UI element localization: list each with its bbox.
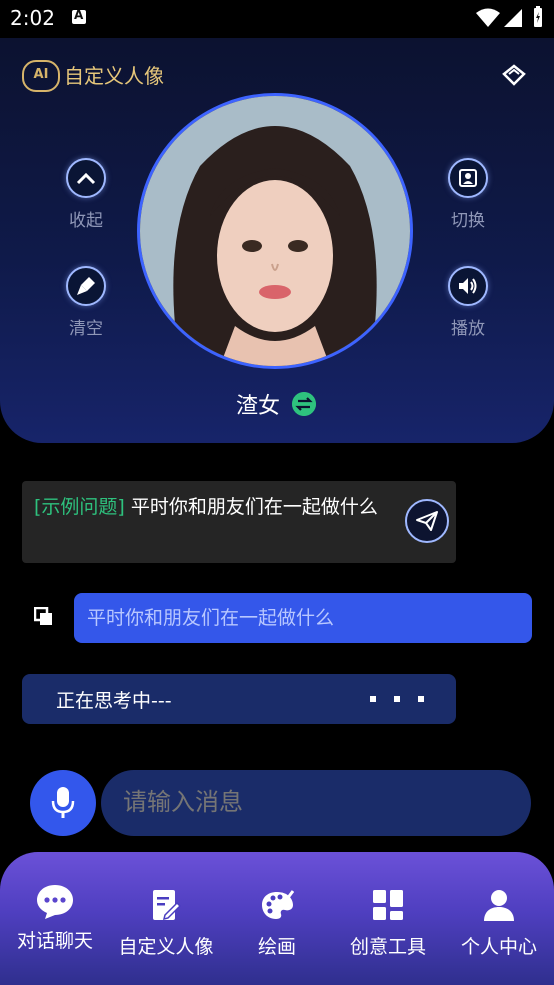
portrait-swap-icon [448,158,488,198]
play-label: 播放 [451,319,485,339]
assistant-thinking-bubble: 正在思考中--- [22,674,456,724]
character-avatar[interactable] [137,93,413,369]
play-button[interactable]: 播放 [438,266,498,339]
diamond-vip-icon[interactable] [502,64,526,86]
grid-tools-icon [371,888,405,922]
collapse-button[interactable]: 收起 [56,158,116,231]
edit-document-icon [149,888,183,922]
broom-icon [66,266,106,306]
palette-icon [260,888,294,922]
loading-dot [370,696,376,702]
collapse-label: 收起 [69,211,103,231]
loading-dot [394,696,400,702]
notification-icon [72,8,86,24]
clear-label: 清空 [69,319,103,339]
swap-character-icon[interactable] [292,392,316,416]
nav-item-custom-portrait[interactable]: 自定义人像 [111,852,221,985]
nav-label-creative-tools: 创意工具 [349,936,426,958]
paper-plane-icon [416,511,438,531]
switch-label: 切换 [451,211,485,231]
nav-label-custom-portrait: 自定义人像 [118,936,214,958]
chevron-up-icon [66,158,106,198]
wifi-icon [476,8,500,27]
message-input[interactable] [101,770,531,836]
character-name: 渣女 [235,394,280,419]
nav-label-profile: 个人中心 [460,936,537,958]
thinking-text: 正在思考中--- [56,690,172,712]
battery-icon [534,6,542,27]
microphone-icon [51,787,75,818]
example-question-text: [示例问题] 平时你和朋友们在一起做什么 [34,493,384,521]
nav-item-creative-tools[interactable]: 创意工具 [333,852,443,985]
status-bar: 2:02 [0,0,554,38]
nav-label-drawing: 绘画 [257,936,296,958]
speaker-icon [448,266,488,306]
status-time: 2:02 [10,6,55,30]
signal-icon [504,9,522,27]
bottom-navigation: 对话聊天 自定义人像 绘画 创意工具 个人中心 [0,852,554,985]
example-question: 平时你和朋友们在一起做什么 [124,496,378,518]
chat-bubble-icon [35,882,75,922]
clear-button[interactable]: 清空 [56,266,116,339]
send-example-button[interactable] [405,499,449,543]
copy-icon[interactable] [34,607,54,627]
ai-logo-icon: AI [22,60,60,92]
switch-button[interactable]: 切换 [438,158,498,231]
nav-item-profile[interactable]: 个人中心 [444,852,554,985]
page-title: 自定义人像 [64,64,164,88]
example-question-card[interactable]: [示例问题] 平时你和朋友们在一起做什么 [22,481,456,563]
user-message-bubble: 平时你和朋友们在一起做什么 [74,593,532,643]
nav-item-drawing[interactable]: 绘画 [222,852,332,985]
person-icon [482,888,516,922]
voice-input-button[interactable] [30,770,96,836]
nav-item-chat[interactable]: 对话聊天 [0,852,110,985]
nav-label-chat: 对话聊天 [16,930,93,952]
loading-dot [418,696,424,702]
example-tag: [示例问题] [34,496,125,518]
